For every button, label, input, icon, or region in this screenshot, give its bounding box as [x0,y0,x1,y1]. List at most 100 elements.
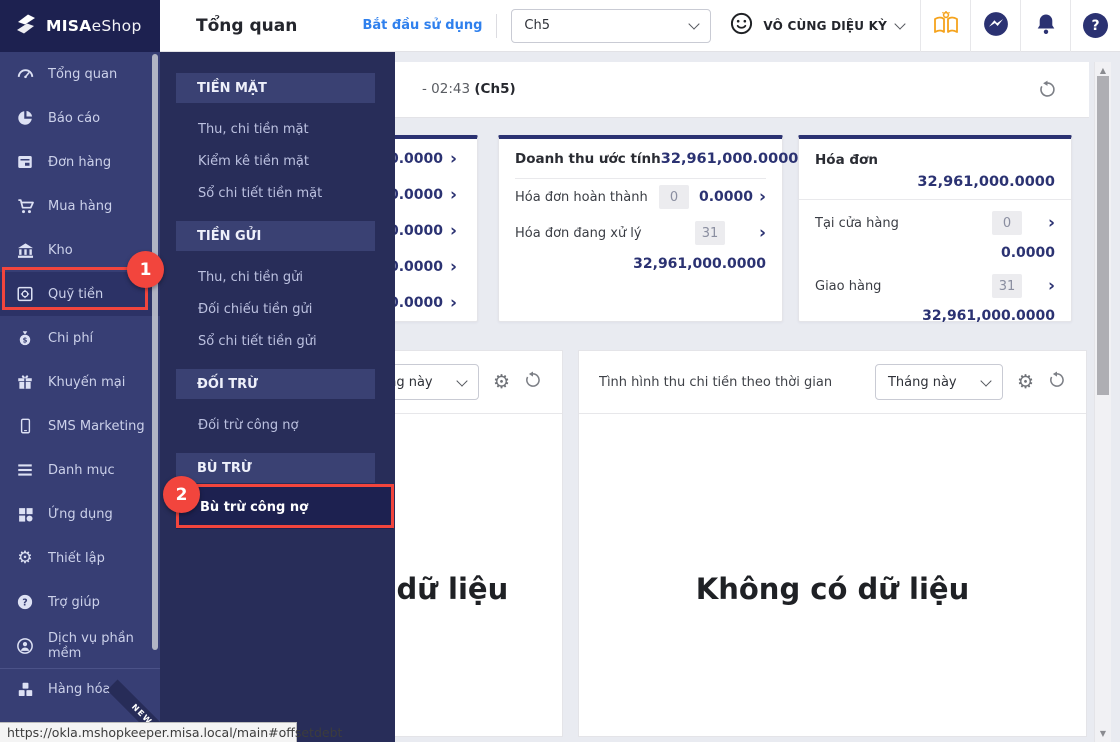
estimated-revenue-card: Doanh thu ước tính 32,961,000.0000 Hóa đ… [498,135,798,322]
svg-text:?: ? [22,597,27,608]
delivery-row[interactable]: Giao hàng 31 › [815,269,1055,303]
app-logo[interactable]: MISAeShop [0,0,160,52]
revenue-title: Doanh thu ước tính [515,151,661,167]
sidebar-item-label: Báo cáo [48,110,101,126]
row-value: 0.0000 [1000,245,1055,261]
summary-value: 0.0000 [388,259,443,275]
store-row[interactable]: Tại cửa hàng 0 › [815,206,1055,240]
status-url: https://okla.mshopkeeper.misa.local/main… [7,725,343,740]
messenger-icon [983,11,1009,41]
sidebar-item-don-hang[interactable]: Đơn hàng [0,140,160,184]
submenu-section-tien-mat: TIỀN MẶT [176,73,375,103]
scroll-down-arrow[interactable]: ▼ [1095,729,1111,738]
row-label: Hóa đơn đang xử lý [515,225,642,241]
account-menu[interactable]: VÔ CÙNG DIỆU KỲ [729,11,906,40]
sidebar-item-label: Trợ giúp [48,594,100,610]
page-title: Tổng quan [196,15,298,36]
sidebar-item-thiet-lap[interactable]: ⚙ Thiết lập [0,536,160,580]
invoice-card: Hóa đơn 32,961,000.0000 Tại cửa hàng 0 ›… [798,135,1072,324]
chevron-down-icon [980,374,992,387]
browser-status-bar: https://okla.mshopkeeper.misa.local/main… [0,722,342,742]
processing-value-line: 32,961,000.0000 [499,253,782,272]
messenger-button[interactable] [970,0,1020,52]
help-icon: ? [15,593,35,611]
scrollbar-thumb[interactable] [1097,76,1109,395]
cashflow-period-select[interactable]: Tháng này [874,364,1003,400]
chevron-right-icon: › [758,187,766,207]
revenue-total: 32,961,000.0000 [660,151,799,167]
submenu-item-doi-chieu-tien-gui[interactable]: Đối chiếu tiền gửi [160,293,395,325]
sidebar-item-dich-vu-phan-mem[interactable]: Dịch vụ phần mềm [0,624,160,668]
quy-tien-submenu: TIỀN MẶT Thu, chi tiền mặt Kiểm kê tiền … [160,52,395,742]
app-window: - 02:43 (Ch5) 0.0000 › 0.0000 › 0.0000 › 0.… [0,0,1120,742]
chevron-down-icon [688,18,701,30]
summary-value: 0.0000 [388,187,443,203]
row-value: 0.0000 [698,189,753,205]
chevron-down-icon [894,18,906,30]
question-icon: ? [1083,13,1108,38]
count-badge: 0 [991,211,1022,235]
submenu-item-so-chi-tiet-tien-mat[interactable]: Sổ chi tiết tiền mặt [160,177,395,209]
sidebar-item-danh-muc[interactable]: Danh mục [0,448,160,492]
step1-highlight-box [2,267,148,310]
sidebar-item-label: Đơn hàng [48,154,112,170]
row-label: Tại cửa hàng [815,215,899,231]
sidebar-item-ung-dung[interactable]: Ứng dụng [0,492,160,536]
gear-icon[interactable]: ⚙ [493,372,510,392]
sidebar-item-label: Danh mục [48,462,115,478]
sidebar-item-khuyen-mai[interactable]: Khuyến mại [0,360,160,404]
chevron-right-icon: › [449,221,457,241]
sidebar-item-label: Tổng quan [48,66,118,82]
refresh-icon[interactable] [524,371,542,393]
submenu-item-doi-tru-cong-no[interactable]: Đối trừ công nợ [160,409,395,441]
sidebar-item-bao-cao[interactable]: Báo cáo [0,96,160,140]
store-value-line: 0.0000 [799,242,1071,261]
submenu-item-thu-chi-tien-gui[interactable]: Thu, chi tiền gửi [160,261,395,293]
sidebar-item-tro-giup[interactable]: ? Trợ giúp [0,580,160,624]
chevron-right-icon: › [449,185,457,205]
refresh-icon[interactable] [1048,371,1066,393]
refresh-icon[interactable] [1038,80,1057,103]
period-branch: (Ch5) [474,81,516,97]
submenu-section-doi-tru: ĐỐI TRỪ [176,369,375,399]
step1-badge: 1 [127,251,164,288]
vertical-scrollbar[interactable]: ▲ ▼ [1094,62,1111,742]
period-time: - 02:43 [422,81,471,97]
sidebar-item-label: Hàng hóa [48,681,111,697]
guide-button[interactable] [920,0,970,52]
sidebar-scrollbar-thumb[interactable] [152,54,158,650]
gear-icon[interactable]: ⚙ [1017,372,1034,392]
count-badge: 31 [694,221,725,245]
sidebar-item-sms-marketing[interactable]: SMS Marketing [0,404,160,448]
no-data-message: Không có dữ liệu [695,572,970,606]
invoice-card-header: Hóa đơn 32,961,000.0000 [799,139,1071,200]
sidebar-item-mua-hang[interactable]: Mua hàng [0,184,160,228]
divider [496,13,498,38]
money-bag-icon: $ [15,329,35,347]
cashflow-panel-header: Tình hình thu chi tiền theo thời gian Th… [579,351,1086,414]
chevron-down-icon [456,374,468,387]
row-value: 32,961,000.0000 [922,308,1055,324]
delivery-value-line: 32,961,000.0000 [799,305,1071,324]
branch-select-value: Ch5 [524,18,550,33]
sidebar-item-chi-phi[interactable]: $ Chi phí [0,316,160,360]
period-label: - 02:43 (Ch5) [422,81,516,97]
person-icon [15,637,35,655]
submenu-item-kiem-ke-tien-mat[interactable]: Kiểm kê tiền mặt [160,145,395,177]
help-button[interactable]: ? [1070,0,1120,52]
get-started-link[interactable]: Bắt đầu sử dụng [362,18,482,33]
sidebar-item-label: Khuyến mại [48,374,126,390]
submenu-item-so-chi-tiet-tien-gui[interactable]: Sổ chi tiết tiền gửi [160,325,395,357]
select-value: Tháng này [887,374,957,390]
notifications-button[interactable] [1020,0,1070,52]
submenu-item-thu-chi-tien-mat[interactable]: Thu, chi tiền mặt [160,113,395,145]
invoice-processing-row[interactable]: Hóa đơn đang xử lý 31 › [515,215,766,251]
invoice-complete-row[interactable]: Hóa đơn hoàn thành 0 0.0000 › [515,179,766,215]
dashboard-icon [15,65,35,84]
sidebar-item-tong-quan[interactable]: Tổng quan [0,52,160,96]
apps-grid-icon [15,506,35,523]
branch-select[interactable]: Ch5 [511,8,712,43]
boxes-icon [15,680,35,699]
scroll-up-arrow[interactable]: ▲ [1095,66,1111,75]
sidebar-item-label: Thiết lập [48,550,105,566]
